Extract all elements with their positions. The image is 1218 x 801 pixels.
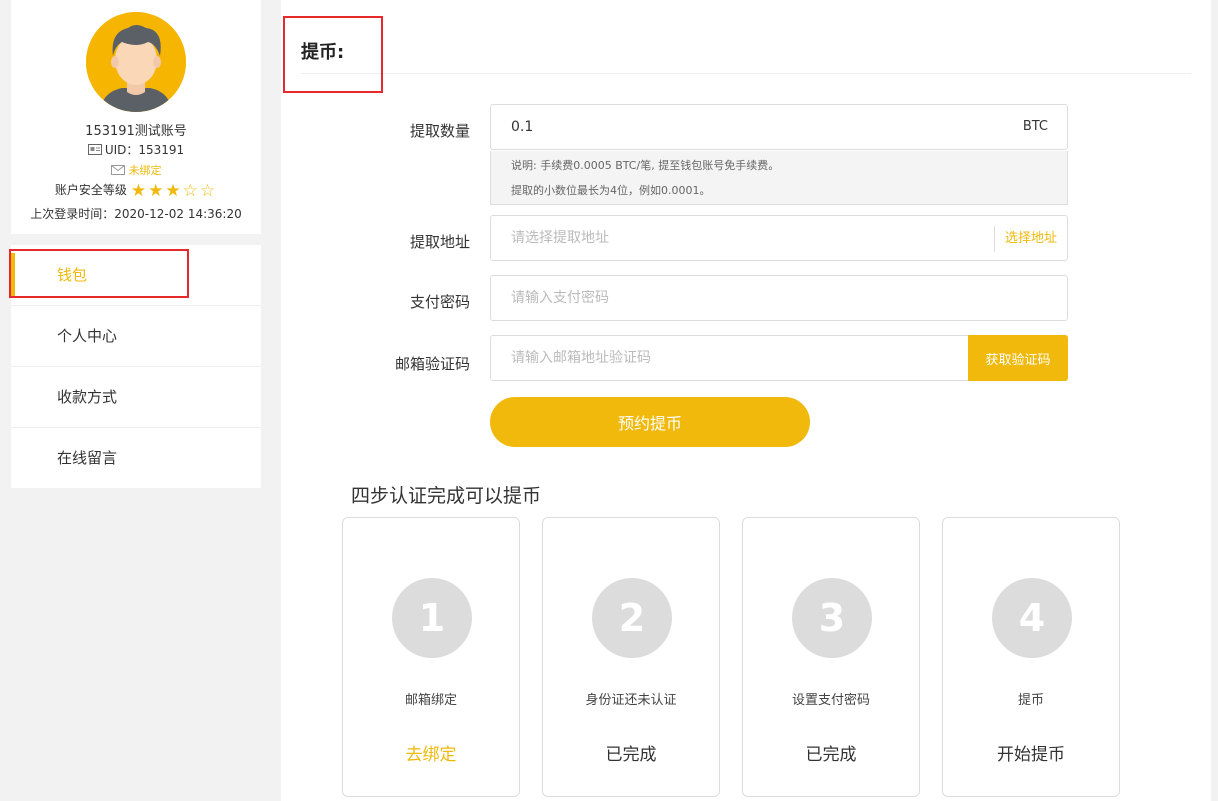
amount-field: BTC [490,104,1068,150]
password-input[interactable] [491,276,1061,320]
amount-input[interactable] [491,105,971,149]
uid-text: UID：153191 [104,143,185,157]
step-number: 4 [992,578,1072,658]
step-card: 2 身份证还未认证 已完成 [542,517,720,797]
sidebar-menu: 钱包 个人中心 收款方式 在线留言 [11,245,261,488]
star-rating-icon: ★★★☆☆ [130,181,218,201]
avatar[interactable] [86,12,186,112]
sidebar-item-profile[interactable]: 个人中心 [11,306,261,367]
steps-title: 四步认证完成可以提币 [351,485,542,507]
address-field: 选择地址 [490,215,1068,261]
email-code-field: 获取验证码 [490,335,1068,381]
choose-address-button[interactable]: 选择地址 [994,226,1067,252]
step-card: 1 邮箱绑定 去绑定 [342,517,520,797]
sidebar-item-wallet[interactable]: 钱包 [11,245,261,306]
address-label: 提取地址 [409,233,470,251]
step-number: 3 [792,578,872,658]
amount-label: 提取数量 [409,122,470,140]
step-card: 3 设置支付密码 已完成 [742,517,920,797]
step-name: 邮箱绑定 [404,693,457,708]
step-name: 身份证还未认证 [585,693,677,708]
email-bind-status[interactable]: 未绑定 [11,162,261,178]
email-code-input[interactable] [491,336,961,380]
get-code-button[interactable]: 获取验证码 [968,335,1068,381]
password-field [490,275,1068,321]
step-number: 1 [392,578,472,658]
step-card: 4 提币 开始提币 [942,517,1120,797]
step-action-bind-email[interactable]: 去绑定 [343,740,519,765]
uid-row: UID：153191 [11,141,261,158]
step-status: 已完成 [805,745,857,765]
address-input[interactable] [491,216,991,260]
amount-unit: BTC [1022,119,1048,134]
submit-withdraw-button[interactable]: 预约提币 [490,397,810,447]
id-card-icon [87,143,102,158]
username: 153191测试账号 [85,124,187,139]
profile-card: 153191测试账号 UID：153191 未绑定 账户安全等级 ★★★☆☆ 上次… [11,0,261,234]
step-name: 提币 [1017,693,1044,708]
sidebar-item-message[interactable]: 在线留言 [11,428,261,488]
last-login: 上次登录时间：2020-12-02 14:36:20 [30,207,242,221]
page-title: 提币: [301,42,345,63]
sidebar-item-payment[interactable]: 收款方式 [11,367,261,428]
security-level: 账户安全等级 ★★★☆☆ [11,181,261,201]
mail-icon [110,164,125,178]
avatar-icon [86,12,186,112]
security-label: 账户安全等级 [54,183,127,197]
fee-note-line: 提取的小数位最长为4位，例如0.0001。 [511,184,711,197]
fee-note: 说明: 手续费0.0005 BTC/笔, 提至钱包账号免手续费。 提取的小数位最… [490,151,1068,205]
step-status: 已完成 [605,745,657,765]
step-status[interactable]: 开始提币 [943,740,1119,765]
email-code-label: 邮箱验证码 [394,355,470,373]
title-row: 提币: [301,0,1191,74]
fee-note-line: 说明: 手续费0.0005 BTC/笔, 提至钱包账号免手续费。 [511,159,780,172]
step-number: 2 [592,578,672,658]
step-name: 设置支付密码 [791,693,870,708]
password-label: 支付密码 [409,293,470,311]
main-panel: 提币: 提取数量 BTC 说明: 手续费0.0005 BTC/笔, 提至钱包账号… [281,0,1211,801]
email-status-text: 未绑定 [128,164,162,177]
